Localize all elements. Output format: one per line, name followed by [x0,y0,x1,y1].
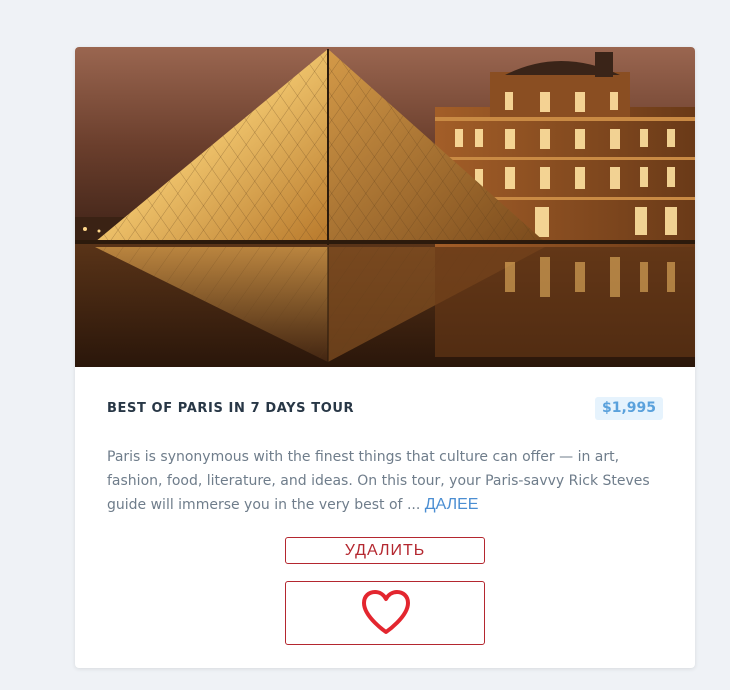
read-more-link[interactable]: ДАЛЕЕ [425,496,479,513]
favorite-button[interactable] [285,581,485,645]
tour-title: BEST OF PARIS IN 7 DAYS TOUR [107,401,355,416]
delete-button[interactable]: УДАЛИТЬ [285,537,485,564]
heart-icon [362,590,410,634]
tour-card: BEST OF PARIS IN 7 DAYS TOUR $1,995 Pari… [75,47,695,668]
tour-image [75,47,695,367]
tour-description: Paris is synonymous with the finest thin… [107,445,663,517]
price-badge: $1,995 [594,397,663,420]
description-text: Paris is synonymous with the finest thin… [107,449,650,513]
